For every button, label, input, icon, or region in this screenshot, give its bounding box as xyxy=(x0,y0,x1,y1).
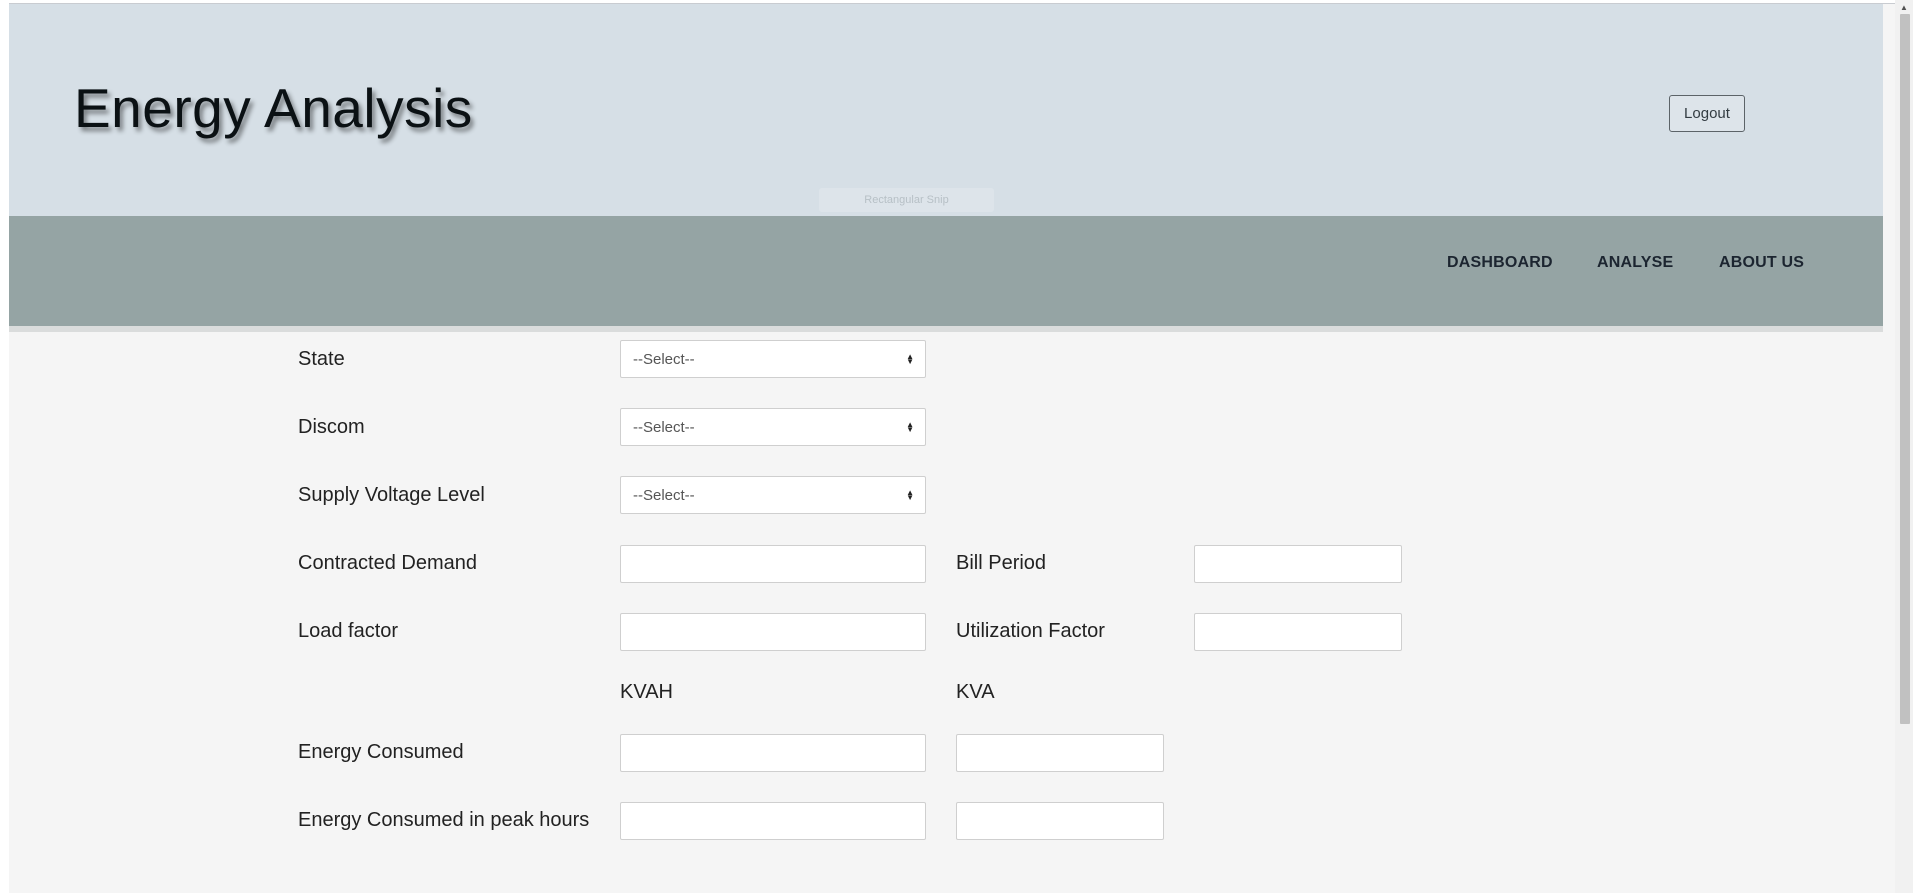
discom-select[interactable]: --Select-- ▲ ▼ xyxy=(620,408,926,446)
utilization-factor-input[interactable] xyxy=(1194,613,1402,651)
load-factor-label: Load factor xyxy=(298,620,399,642)
vertical-scrollbar[interactable]: ▲ xyxy=(1895,0,1913,893)
nav-item-analyse[interactable]: ANALYSE xyxy=(1597,254,1673,272)
left-edge xyxy=(0,0,9,893)
bill-period-label: Bill Period xyxy=(956,552,1047,574)
sort-arrows-icon: ▲ ▼ xyxy=(906,352,914,366)
load-factor-input[interactable] xyxy=(620,613,926,651)
supply-voltage-label: Supply Voltage Level xyxy=(298,484,485,506)
discom-select-value: --Select-- xyxy=(633,418,695,436)
nav-item-dashboard[interactable]: DASHBOARD xyxy=(1447,254,1553,272)
energy-consumed-label: Energy Consumed xyxy=(298,741,464,763)
sort-arrows-icon: ▲ ▼ xyxy=(906,488,914,502)
supply-voltage-select-value: --Select-- xyxy=(633,486,695,504)
energy-consumed-kva-input[interactable] xyxy=(956,734,1164,772)
energy-peak-kva-input[interactable] xyxy=(956,802,1164,840)
scrollbar-thumb[interactable] xyxy=(1900,14,1910,724)
contracted-demand-input[interactable] xyxy=(620,545,926,583)
triangle-up-icon[interactable]: ▲ xyxy=(1895,0,1913,14)
kvah-unit-label: KVAH xyxy=(620,681,673,703)
state-select[interactable]: --Select-- ▲ ▼ xyxy=(620,340,926,378)
page: Energy Analysis Rectangular Snip Logout … xyxy=(0,0,1913,893)
utilization-factor-label: Utilization Factor xyxy=(956,620,1105,642)
site-header: Energy Analysis Rectangular Snip Logout xyxy=(9,4,1883,216)
contracted-demand-label: Contracted Demand xyxy=(298,552,477,574)
discom-label: Discom xyxy=(298,416,365,438)
state-label: State xyxy=(298,348,345,370)
supply-voltage-select[interactable]: --Select-- ▲ ▼ xyxy=(620,476,926,514)
state-select-value: --Select-- xyxy=(633,350,695,368)
snip-tooltip: Rectangular Snip xyxy=(819,188,994,212)
app-title: Energy Analysis xyxy=(74,77,473,139)
kva-unit-label: KVA xyxy=(956,681,995,703)
bill-period-input[interactable] xyxy=(1194,545,1402,583)
nav-item-about-us[interactable]: ABOUT US xyxy=(1719,254,1804,272)
energy-peak-label: Energy Consumed in peak hours xyxy=(298,809,590,831)
energy-peak-kvah-input[interactable] xyxy=(620,802,926,840)
energy-consumed-kvah-input[interactable] xyxy=(620,734,926,772)
main-navbar: DASHBOARD ANALYSE ABOUT US xyxy=(9,216,1883,332)
sort-arrows-icon: ▲ ▼ xyxy=(906,420,914,434)
logout-button[interactable]: Logout xyxy=(1669,95,1745,132)
